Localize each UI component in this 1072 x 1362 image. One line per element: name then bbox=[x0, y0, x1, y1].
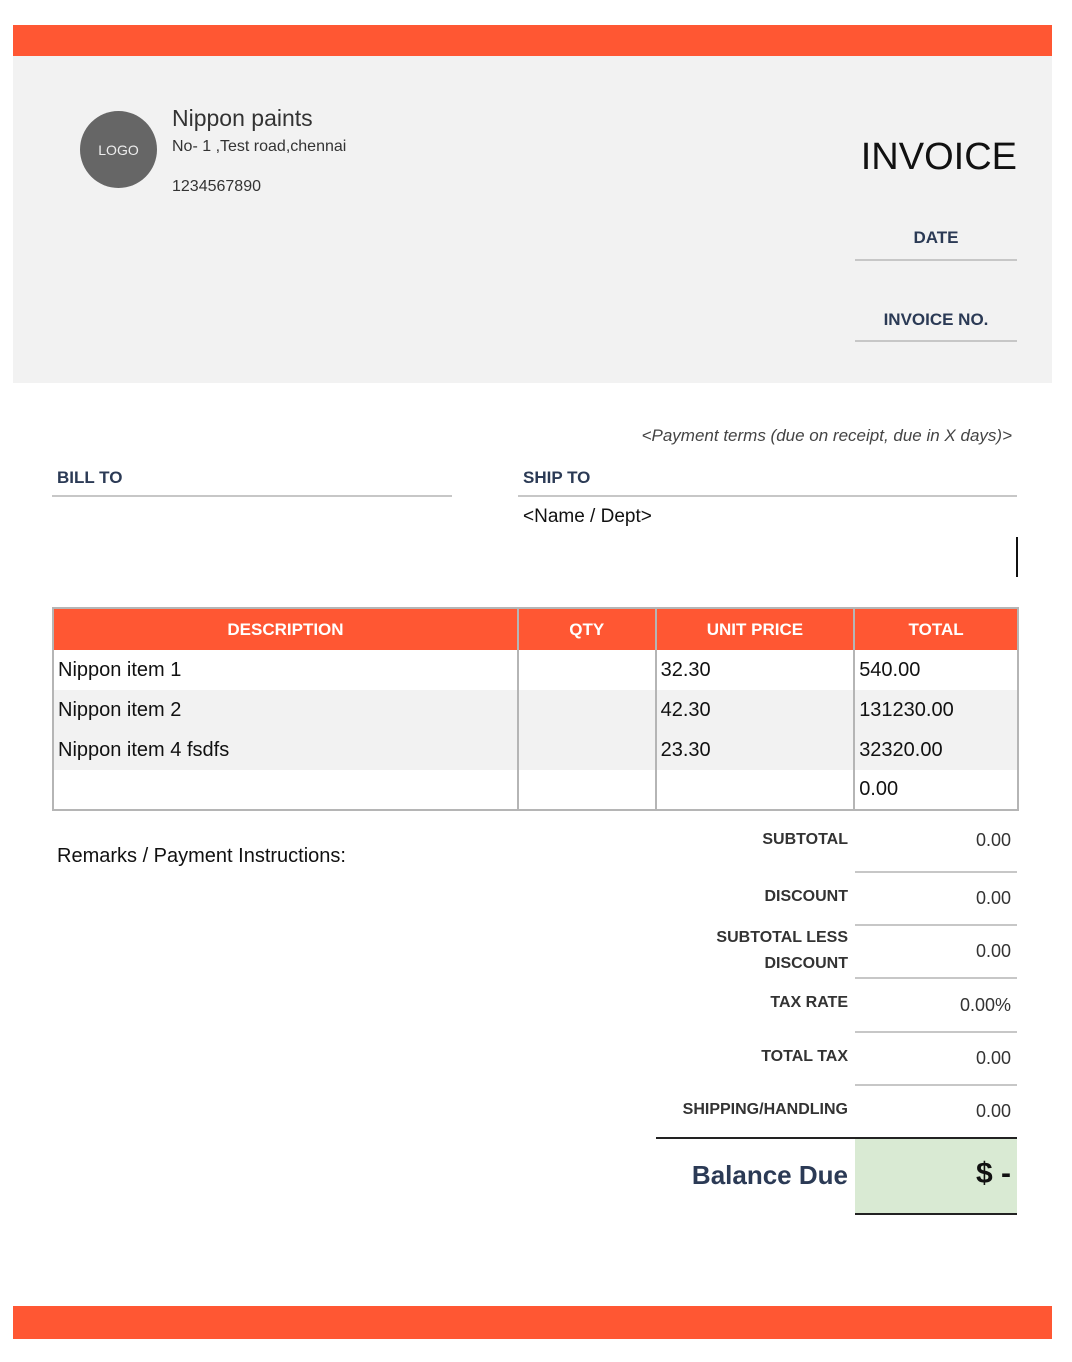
invoice-number-label: INVOICE NO. bbox=[883, 310, 989, 329]
cell-unit-price[interactable] bbox=[654, 770, 855, 810]
table-header-row: DESCRIPTION QTY UNIT PRICE TOTAL bbox=[53, 608, 1018, 650]
discount-label: DISCOUNT bbox=[764, 888, 848, 905]
company-name[interactable]: Nippon paints bbox=[172, 105, 313, 132]
subtotal-divider bbox=[855, 871, 1017, 873]
subtotal-less-discount-label: SUBTOTAL LESS DISCOUNT bbox=[648, 925, 848, 977]
cell-description[interactable] bbox=[53, 770, 518, 810]
balance-due-label: Balance Due bbox=[691, 1160, 848, 1190]
cell-qty[interactable] bbox=[516, 650, 656, 690]
line-items-table: DESCRIPTION QTY UNIT PRICE TOTAL Nippon … bbox=[52, 607, 1019, 811]
invoice-number-field[interactable] bbox=[855, 340, 1017, 342]
logo-text: LOGO bbox=[98, 141, 139, 158]
cell-description[interactable]: Nippon item 2 bbox=[53, 690, 518, 730]
cell-unit-price[interactable]: 42.30 bbox=[654, 690, 855, 730]
company-logo: LOGO bbox=[80, 111, 157, 188]
balance-due-value: $ - bbox=[975, 1157, 1011, 1190]
cell-unit-price[interactable]: 23.30 bbox=[654, 730, 855, 770]
ship-to-label: SHIP TO bbox=[523, 468, 591, 487]
cell-description[interactable]: Nippon item 4 fsdfs bbox=[53, 730, 518, 770]
total-tax-label: TOTAL TAX bbox=[761, 1048, 848, 1065]
total-tax-value: 0.00 bbox=[975, 1048, 1011, 1068]
bottom-accent-bar bbox=[13, 1306, 1052, 1339]
cell-unit-price[interactable]: 32.30 bbox=[654, 650, 855, 690]
cell-total[interactable]: 0.00 bbox=[853, 770, 1018, 810]
header-total: TOTAL bbox=[853, 608, 1018, 650]
table-row: 0.00 bbox=[53, 770, 1018, 810]
date-field[interactable] bbox=[855, 259, 1017, 261]
subtotal-less-discount-divider bbox=[855, 977, 1017, 979]
company-phone[interactable]: 1234567890 bbox=[172, 178, 261, 196]
table-row: Nippon item 4 fsdfs 23.30 32320.00 bbox=[53, 730, 1018, 770]
subtotal-label: SUBTOTAL bbox=[762, 831, 848, 848]
header-panel bbox=[13, 56, 1052, 383]
ship-to-name[interactable]: <Name / Dept> bbox=[523, 506, 652, 528]
subtotal-value: 0.00 bbox=[975, 830, 1011, 850]
invoice-title: INVOICE bbox=[860, 136, 1017, 178]
discount-value[interactable]: 0.00 bbox=[855, 888, 1011, 909]
total-tax-divider bbox=[855, 1084, 1017, 1086]
header-qty: QTY bbox=[516, 608, 656, 650]
table-row: Nippon item 1 32.30 540.00 bbox=[53, 650, 1018, 690]
remarks-label[interactable]: Remarks / Payment Instructions: bbox=[57, 845, 346, 868]
cell-qty[interactable] bbox=[516, 770, 656, 810]
subtotal-less-discount-value: 0.00 bbox=[975, 941, 1011, 961]
top-accent-bar bbox=[13, 25, 1052, 56]
shipping-handling-value[interactable]: 0.00 bbox=[855, 1101, 1011, 1122]
discount-divider bbox=[855, 924, 1017, 926]
bill-to-label: BILL TO bbox=[57, 468, 123, 487]
cell-qty[interactable] bbox=[516, 690, 656, 730]
ship-to-divider bbox=[518, 495, 1017, 497]
cell-description[interactable]: Nippon item 1 bbox=[53, 650, 518, 690]
tax-rate-value[interactable]: 0.00% bbox=[855, 995, 1011, 1016]
cell-qty[interactable] bbox=[516, 730, 656, 770]
balance-bottom-rule bbox=[855, 1213, 1017, 1215]
company-address[interactable]: No- 1 ,Test road,chennai bbox=[172, 138, 346, 156]
tax-rate-divider bbox=[855, 1031, 1017, 1033]
date-label: DATE bbox=[913, 228, 959, 247]
cell-total[interactable]: 32320.00 bbox=[853, 730, 1018, 770]
subtotal-less-discount-label-line-2: DISCOUNT bbox=[764, 955, 848, 972]
cell-total[interactable]: 131230.00 bbox=[853, 690, 1018, 730]
header-description: DESCRIPTION bbox=[53, 608, 518, 650]
payment-terms[interactable]: <Payment terms (due on receipt, due in X… bbox=[642, 426, 1012, 446]
tax-rate-label: TAX RATE bbox=[770, 994, 848, 1011]
text-cursor bbox=[1016, 537, 1018, 577]
bill-to-divider bbox=[52, 495, 452, 497]
table-row: Nippon item 2 42.30 131230.00 bbox=[53, 690, 1018, 730]
subtotal-less-discount-label-line-1: SUBTOTAL LESS bbox=[716, 929, 848, 946]
shipping-handling-label: SHIPPING/HANDLING bbox=[682, 1101, 848, 1118]
cell-total[interactable]: 540.00 bbox=[853, 650, 1018, 690]
header-unit-price: UNIT PRICE bbox=[654, 608, 855, 650]
